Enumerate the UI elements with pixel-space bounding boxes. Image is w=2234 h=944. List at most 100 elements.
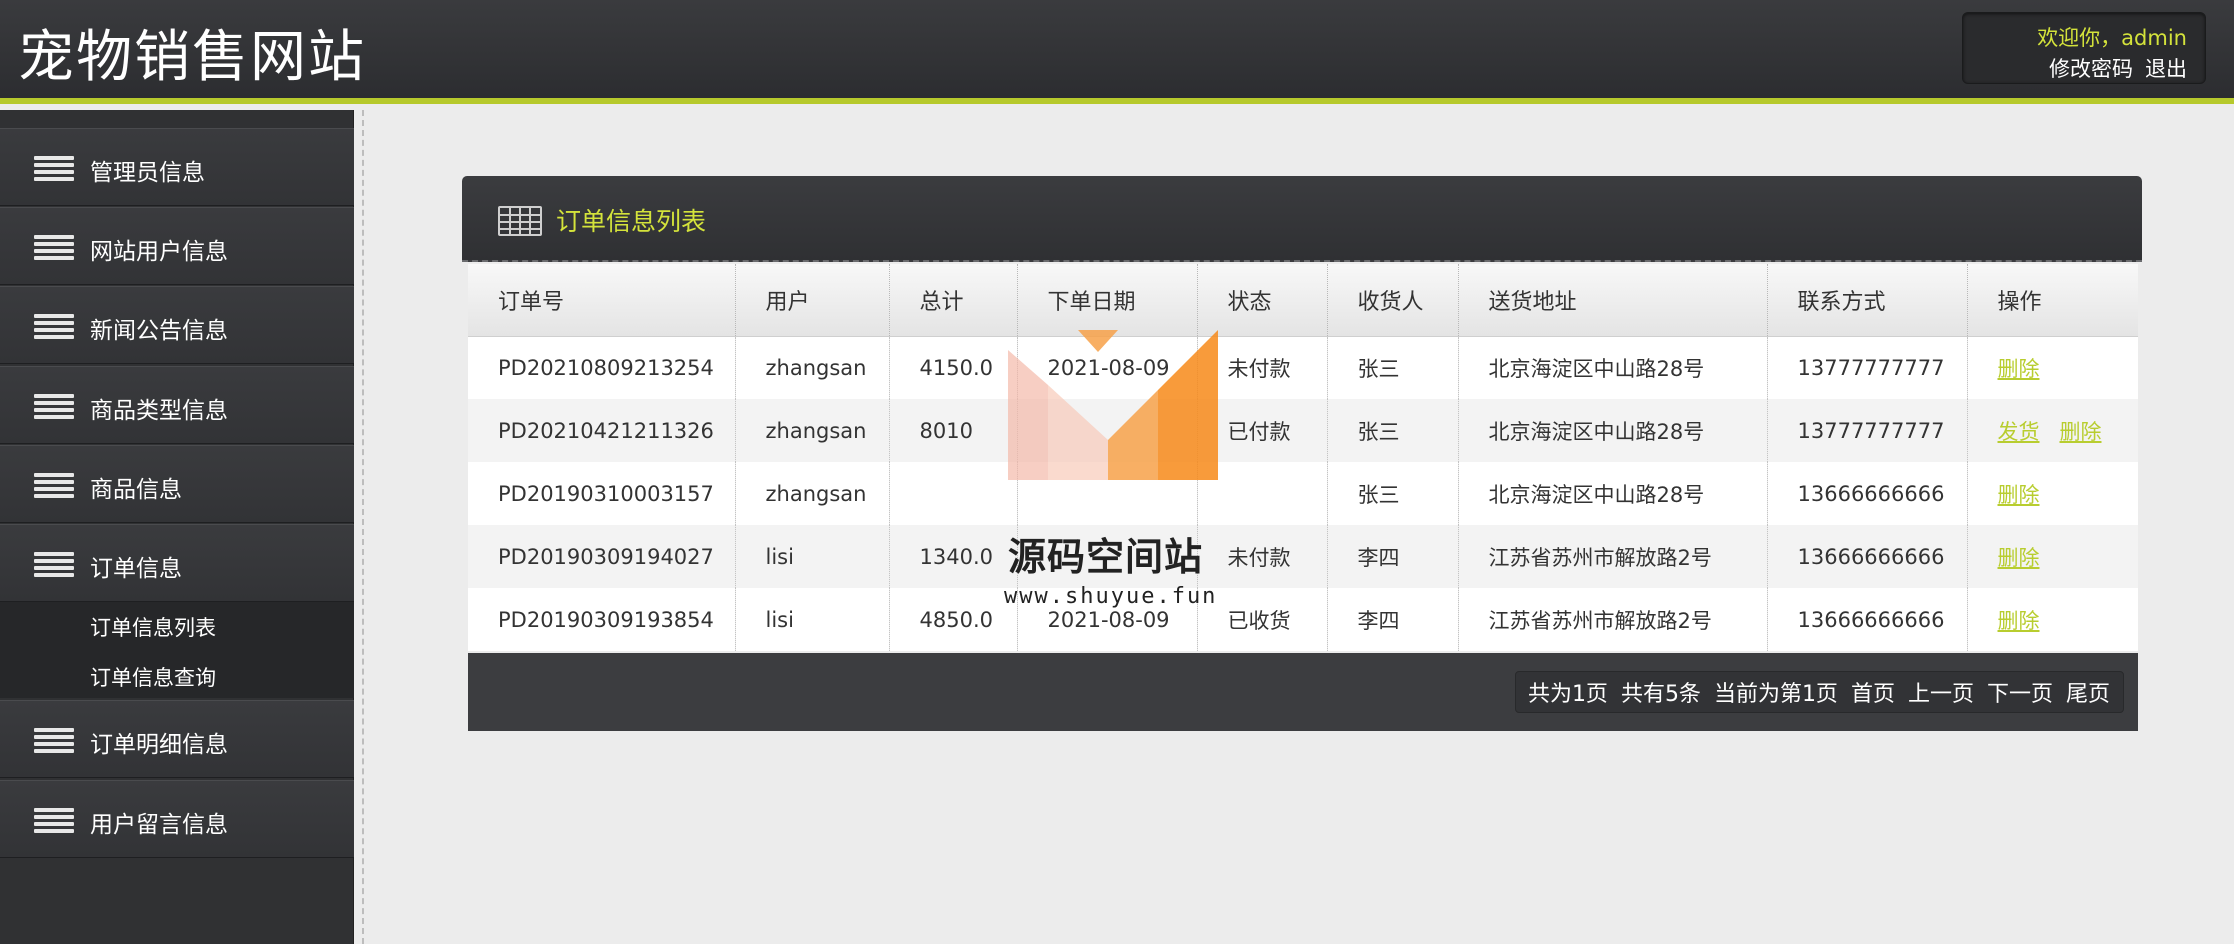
order-list-panel: 订单信息列表 订单号 用户 总计 下单日期 状态 收货人 送货地址 联系方式 操… [462,176,2142,731]
receiver-cell: 李四 [1327,525,1459,588]
phone-cell: 13666666666 [1767,525,1968,588]
table-header-row: 订单号 用户 总计 下单日期 状态 收货人 送货地址 联系方式 操作 [468,264,2138,337]
total-records: 共有5条 [1620,682,1701,707]
delete-link[interactable]: 删除 [2060,420,2102,444]
panel-title: 订单信息列表 [556,207,707,236]
phone-cell: 13666666666 [1767,462,1968,525]
sidebar-item-users[interactable]: 网站用户信息 [0,207,354,285]
user-cell: zhangsan [735,336,890,399]
sidebar-item-products[interactable]: 商品信息 [0,445,354,523]
menu-icon [34,473,74,498]
actions-cell: 删除 [1967,462,2138,525]
delete-link[interactable]: 删除 [1998,609,2040,633]
menu-icon [34,156,74,181]
user-cell: lisi [735,525,890,588]
sidebar-item-label: 订单明细信息 [90,732,228,758]
user-panel: 欢迎你，admin 修改密码 退出 [1962,12,2206,84]
total-cell: 1340.0 [889,525,1018,588]
delete-link[interactable]: 删除 [1998,546,2040,570]
table-row: PD20210809213254 zhangsan 4150.0 2021-08… [468,336,2138,399]
receiver-cell: 张三 [1327,399,1459,462]
sidebar-item-news[interactable]: 新闻公告信息 [0,286,354,364]
menu-icon [34,394,74,419]
top-header: 宠物销售网站 欢迎你，admin 修改密码 退出 [0,0,2234,104]
total-cell: 4150.0 [889,336,1018,399]
column-header[interactable]: 状态 [1197,264,1328,337]
table-row: PD20190310003157 zhangsan 张三 北京海淀区中山路28号… [468,462,2138,525]
orders-table: 订单号 用户 总计 下单日期 状态 收货人 送货地址 联系方式 操作 PD202… [468,264,2138,651]
sidebar-item-label: 新闻公告信息 [90,318,228,344]
address-cell: 江苏省苏州市解放路2号 [1458,525,1768,588]
sidebar-item-orders[interactable]: 订单信息 [0,524,354,602]
change-password-link[interactable]: 修改密码 [2049,57,2133,81]
orders-submenu: 订单信息列表 订单信息查询 [0,602,354,698]
table-footer: 共为1页 共有5条 当前为第1页 首页 上一页 下一页 尾页 [468,653,2138,731]
table-row: PD20190309194027 lisi 1340.0 未付款 李四 江苏省苏… [468,525,2138,588]
user-cell: zhangsan [735,399,890,462]
address-cell: 北京海淀区中山路28号 [1458,462,1768,525]
sidebar-item-label: 网站用户信息 [90,239,228,265]
column-header[interactable]: 下单日期 [1017,264,1198,337]
table-row: PD20190309193854 lisi 4850.0 2021-08-09 … [468,588,2138,651]
phone-cell: 13777777777 [1767,336,1968,399]
menu-icon [34,728,74,753]
sidebar-item-label: 订单信息 [90,556,182,582]
order-id-cell: PD20190310003157 [468,462,736,525]
ship-link[interactable]: 发货 [1998,420,2040,444]
table-grid-icon [498,206,542,236]
column-header[interactable]: 送货地址 [1458,264,1768,337]
sidebar-item-messages[interactable]: 用户留言信息 [0,780,354,858]
sidebar-item-admin[interactable]: 管理员信息 [0,128,354,206]
logout-link[interactable]: 退出 [2145,57,2187,81]
sidebar-item-product-types[interactable]: 商品类型信息 [0,366,354,444]
menu-icon [34,552,74,577]
content-divider [362,110,364,944]
pagination: 共为1页 共有5条 当前为第1页 首页 上一页 下一页 尾页 [1514,671,2124,713]
user-links: 修改密码 退出 [2037,53,2187,83]
watermark-url: www.shuyue.fun [1004,584,1218,609]
site-title: 宠物销售网站 [18,25,366,90]
submenu-order-query[interactable]: 订单信息查询 [90,662,216,692]
actions-cell: 发货 删除 [1967,399,2138,462]
receiver-cell: 张三 [1327,462,1459,525]
menu-icon [34,808,74,833]
sidebar: 管理员信息 网站用户信息 新闻公告信息 商品类型信息 商品信息 订单信息 订单信… [0,110,354,944]
actions-cell: 删除 [1967,336,2138,399]
total-cell: 8010 [889,399,1018,462]
phone-cell: 13777777777 [1767,399,1968,462]
user-cell: lisi [735,588,890,651]
menu-icon [34,235,74,260]
column-header[interactable]: 总计 [889,264,1018,337]
receiver-cell: 张三 [1327,336,1459,399]
order-id-cell: PD20210809213254 [468,336,736,399]
sidebar-item-label: 商品信息 [90,477,182,503]
delete-link[interactable]: 删除 [1998,357,2040,381]
status-cell: 未付款 [1197,525,1328,588]
menu-icon [34,314,74,339]
prev-page-link[interactable]: 上一页 [1908,676,1974,708]
user-cell: zhangsan [735,462,890,525]
actions-cell: 删除 [1967,588,2138,651]
receiver-cell: 李四 [1327,588,1459,651]
submenu-order-list[interactable]: 订单信息列表 [90,612,216,642]
address-cell: 北京海淀区中山路28号 [1458,399,1768,462]
total-pages: 共为1页 [1527,682,1608,707]
address-cell: 江苏省苏州市解放路2号 [1458,588,1768,651]
address-cell: 北京海淀区中山路28号 [1458,336,1768,399]
column-header[interactable]: 用户 [735,264,890,337]
sidebar-item-label: 用户留言信息 [90,812,228,838]
column-header[interactable]: 联系方式 [1767,264,1968,337]
column-header[interactable]: 订单号 [468,264,736,337]
sidebar-item-order-details[interactable]: 订单明细信息 [0,700,354,778]
last-page-link[interactable]: 尾页 [2066,676,2110,708]
welcome-text: 欢迎你，admin [2037,26,2187,50]
delete-link[interactable]: 删除 [1998,483,2040,507]
current-page: 当前为第1页 [1713,682,1838,707]
column-header[interactable]: 收货人 [1327,264,1459,337]
next-page-link[interactable]: 下一页 [1987,676,2053,708]
first-page-link[interactable]: 首页 [1851,676,1895,708]
order-id-cell: PD20210421211326 [468,399,736,462]
actions-cell: 删除 [1967,525,2138,588]
sidebar-item-label: 管理员信息 [90,160,205,186]
sidebar-item-label: 商品类型信息 [90,398,228,424]
